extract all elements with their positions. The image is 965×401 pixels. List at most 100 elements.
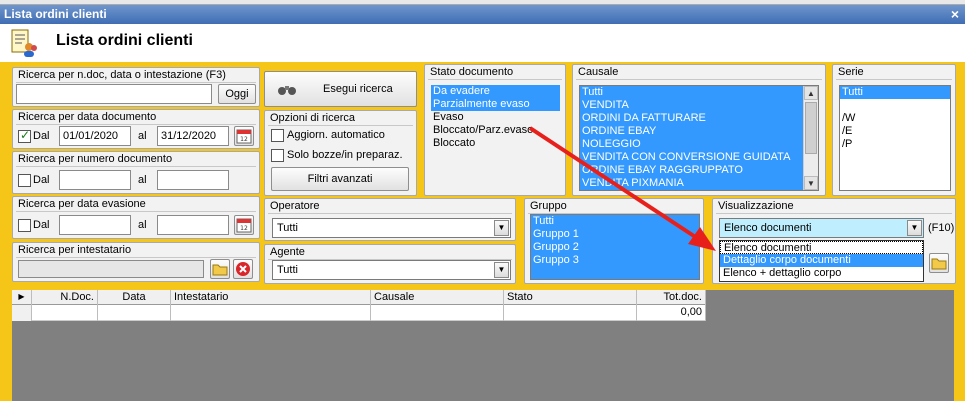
calendar-button[interactable]: 12: [234, 126, 254, 146]
search-options-panel: Opzioni di ricerca Aggiorn. automatico S…: [264, 110, 417, 196]
list-item[interactable]: Bloccato/Parz.evaso: [431, 124, 560, 137]
auto-update-label: Aggiorn. automatico: [287, 129, 385, 141]
panel-title: Operatore: [270, 200, 320, 212]
scroll-up-icon[interactable]: ▲: [804, 86, 818, 100]
list-item[interactable]: VENDITA PIXMANIA: [580, 177, 818, 190]
search-due-panel: Ricerca per data evasione Dal al 12: [12, 196, 260, 239]
chevron-down-icon[interactable]: ▼: [494, 262, 509, 278]
list-item[interactable]: Da evadere: [431, 85, 560, 98]
list-item[interactable]: /E: [840, 125, 950, 138]
date-to-input[interactable]: 31/12/2020: [157, 126, 229, 146]
serie-listbox[interactable]: Tutti /W /E /P: [839, 85, 951, 191]
date-filter-checkbox[interactable]: [18, 128, 31, 143]
operator-select[interactable]: Tutti ▼: [272, 218, 511, 238]
shortcut-hint: (F10): [928, 222, 955, 234]
list-item[interactable]: ORDINE EBAY: [580, 125, 818, 138]
total-cell: 0,00: [637, 305, 706, 321]
auto-update-checkbox[interactable]: [271, 129, 284, 142]
date-from-input[interactable]: 01/01/2020: [59, 126, 131, 146]
panel-title: Ricerca per n.doc, data o intestazione (…: [18, 69, 226, 81]
table-header: ▶ N.Doc. Data Intestatario Causale Stato…: [12, 290, 706, 305]
number-filter-checkbox[interactable]: [18, 174, 31, 187]
today-button[interactable]: Oggi: [218, 84, 256, 104]
list-item[interactable]: /W: [840, 112, 950, 125]
list-item[interactable]: Tutti: [840, 86, 950, 99]
dropdown-option[interactable]: Elenco documenti: [720, 241, 923, 254]
column-header[interactable]: Tot.doc.: [637, 290, 706, 305]
number-from-input[interactable]: [59, 170, 131, 190]
list-item[interactable]: Bloccato: [431, 137, 560, 150]
row-indicator-icon: ▶: [12, 290, 32, 305]
gruppo-listbox[interactable]: Tutti Gruppo 1 Gruppo 2 Gruppo 3: [530, 214, 700, 280]
open-folder-button[interactable]: [929, 253, 949, 273]
due-from-input[interactable]: [59, 215, 131, 235]
panel-title: Stato documento: [430, 66, 514, 78]
close-icon[interactable]: ×: [951, 5, 959, 24]
table-row[interactable]: 0,00: [12, 305, 706, 321]
panel-title: Opzioni di ricerca: [270, 112, 355, 124]
column-header[interactable]: N.Doc.: [32, 290, 98, 305]
calendar-icon: 12: [236, 218, 252, 233]
svg-text:12: 12: [240, 225, 248, 232]
list-item[interactable]: /P: [840, 138, 950, 151]
orders-table[interactable]: ▶ N.Doc. Data Intestatario Causale Stato…: [12, 290, 954, 401]
due-to-input[interactable]: [157, 215, 229, 235]
list-item[interactable]: Gruppo 2: [531, 241, 699, 254]
holder-input[interactable]: [18, 260, 204, 278]
search-text-panel: Ricerca per n.doc, data o intestazione (…: [12, 67, 260, 107]
list-item[interactable]: VENDITA: [580, 99, 818, 112]
from-label: Dal: [33, 174, 50, 186]
list-item[interactable]: NOLEGGIO: [580, 138, 818, 151]
column-header[interactable]: Data: [98, 290, 171, 305]
from-label: Dal: [33, 130, 50, 142]
column-header[interactable]: Stato: [504, 290, 637, 305]
drafts-only-checkbox[interactable]: [271, 149, 284, 162]
document-list-users-icon: [11, 29, 37, 57]
chevron-down-icon[interactable]: ▼: [494, 220, 509, 236]
status-listbox[interactable]: Da evadere Parzialmente evaso Evaso Bloc…: [430, 84, 561, 190]
panel-title: Agente: [270, 246, 305, 258]
serie-panel: Serie Tutti /W /E /P: [832, 64, 956, 196]
list-item[interactable]: ORDINI DA FATTURARE: [580, 112, 818, 125]
agent-select[interactable]: Tutti ▼: [272, 260, 511, 280]
advanced-filters-button[interactable]: Filtri avanzati: [271, 167, 409, 191]
number-to-input[interactable]: [157, 170, 229, 190]
list-item[interactable]: ORDINE EBAY RAGGRUPPATO: [580, 164, 818, 177]
operator-panel: Operatore Tutti ▼: [264, 198, 516, 241]
list-item[interactable]: Gruppo 3: [531, 254, 699, 267]
folder-icon: [212, 264, 228, 276]
view-value: Elenco documenti: [724, 222, 812, 234]
drafts-only-label: Solo bozze/in preparaz.: [287, 149, 403, 161]
browse-holder-button[interactable]: [210, 259, 230, 279]
causale-listbox[interactable]: Tutti VENDITA ORDINI DA FATTURARE ORDINE…: [579, 85, 819, 191]
column-header[interactable]: Causale: [371, 290, 504, 305]
execute-search-button[interactable]: Esegui ricerca: [264, 71, 417, 107]
list-item[interactable]: Tutti: [580, 86, 818, 99]
calendar-button[interactable]: 12: [234, 215, 254, 235]
to-label: al: [138, 130, 147, 142]
page-title: Lista ordini clienti: [56, 32, 193, 49]
list-item[interactable]: [840, 99, 950, 112]
dropdown-option[interactable]: Dettaglio corpo documenti: [720, 254, 923, 267]
dropdown-option[interactable]: Elenco + dettaglio corpo: [720, 267, 923, 280]
view-panel: Visualizzazione Elenco documenti ▼ (F10)…: [712, 198, 956, 284]
list-item[interactable]: Parzialmente evaso: [431, 98, 560, 111]
list-item[interactable]: VENDITA CON CONVERSIONE GUIDATA: [580, 151, 818, 164]
view-dropdown-list[interactable]: Elenco documenti Dettaglio corpo documen…: [719, 240, 924, 282]
list-item[interactable]: Gruppo 1: [531, 228, 699, 241]
column-header[interactable]: Intestatario: [171, 290, 371, 305]
chevron-down-icon[interactable]: ▼: [907, 220, 922, 236]
scrollbar[interactable]: ▲ ▼: [803, 86, 818, 190]
operator-value: Tutti: [277, 222, 298, 234]
scroll-thumb[interactable]: [805, 102, 817, 154]
view-select[interactable]: Elenco documenti ▼: [719, 218, 924, 238]
due-filter-checkbox[interactable]: [18, 219, 31, 232]
search-input[interactable]: [16, 84, 212, 104]
list-item[interactable]: Evaso: [431, 111, 560, 124]
list-item[interactable]: Tutti: [531, 215, 699, 228]
gruppo-panel: Gruppo Tutti Gruppo 1 Gruppo 2 Gruppo 3: [524, 198, 704, 284]
clear-holder-button[interactable]: [233, 259, 253, 279]
scroll-down-icon[interactable]: ▼: [804, 176, 818, 190]
causale-panel: Causale Tutti VENDITA ORDINI DA FATTURAR…: [572, 64, 826, 196]
search-holder-panel: Ricerca per intestatario: [12, 242, 260, 282]
